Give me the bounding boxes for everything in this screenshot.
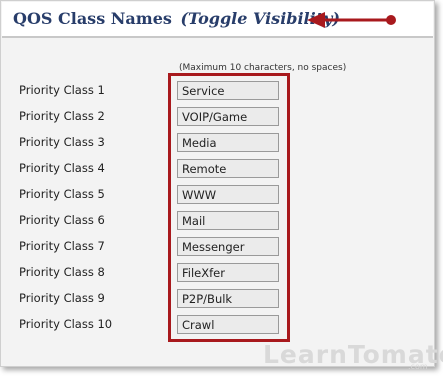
priority-class-label: Priority Class 10 [19,317,113,331]
priority-class-label: Priority Class 9 [19,291,105,305]
priority-class-label: Priority Class 4 [19,161,105,175]
priority-class-label: Priority Class 2 [19,109,105,123]
watermark-suffix: .com [408,362,428,371]
page-title: QOS Class Names (Toggle Visibility) [13,9,340,28]
priority-class-label: Priority Class 5 [19,187,105,201]
annotation-highlight-box [168,73,290,342]
priority-class-label: Priority Class 6 [19,213,105,227]
arrow-left-icon [307,12,396,28]
priority-class-label: Priority Class 8 [19,265,105,279]
title-text: QOS Class Names [13,9,172,28]
qos-panel: QOS Class Names (Toggle Visibility) (Max… [0,0,435,367]
priority-class-label: Priority Class 7 [19,239,105,253]
priority-class-label: Priority Class 3 [19,135,105,149]
priority-class-label: Priority Class 1 [19,83,105,97]
max-chars-hint: (Maximum 10 characters, no spaces) [179,63,347,73]
